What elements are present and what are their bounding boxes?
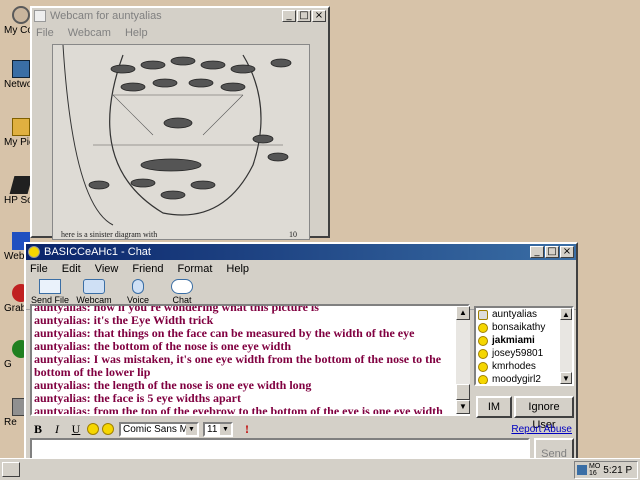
menu-friend[interactable]: Friend <box>132 263 163 275</box>
clock[interactable]: 5:21 P <box>603 465 632 476</box>
desktop-icon-hp-software[interactable]: HP Software <box>0 176 33 206</box>
smiley-icon[interactable] <box>87 423 99 435</box>
voice-icon <box>132 279 144 294</box>
ignore-user-button[interactable]: Ignore User <box>514 396 574 431</box>
user-list-item[interactable]: josey59801 <box>476 347 572 360</box>
chat-transcript[interactable]: auntyalias: now if you're wondering what… <box>30 304 470 416</box>
chevron-down-icon: ▼ <box>220 423 231 435</box>
diagram-caption: here is a sinister diagram with <box>61 230 157 239</box>
font-select[interactable]: Comic Sans MS ▼ <box>119 421 199 437</box>
scroll-up-button[interactable]: ▲ <box>456 306 470 320</box>
menu-file[interactable]: File <box>30 263 48 275</box>
user-list-scrollbar[interactable]: ▲ ▼ <box>560 308 572 384</box>
smiley-icon <box>478 361 488 372</box>
chat-icon <box>171 279 193 294</box>
desktop-icon-network[interactable]: Network Neighborhood <box>0 60 32 90</box>
webcam-window[interactable]: Webcam for auntyalias _ □ × File Webcam … <box>30 6 330 240</box>
chat-window-title: BASICCeAHc1 - Chat <box>44 246 151 258</box>
chat-message: auntyalias: I was mistaken, it's one eye… <box>34 352 442 379</box>
scroll-up-button[interactable]: ▲ <box>560 308 572 320</box>
scroll-thumb[interactable] <box>456 384 470 400</box>
color-icon[interactable]: ! <box>239 422 255 437</box>
menu-edit[interactable]: Edit <box>62 263 81 275</box>
bold-button[interactable]: B <box>30 422 46 437</box>
user-status-icon <box>478 309 488 320</box>
desktop-icon-my-pictures[interactable]: My Pictures <box>0 118 32 148</box>
webcam-titlebar[interactable]: Webcam for auntyalias _ □ × <box>32 8 328 24</box>
send-file-icon <box>39 279 61 294</box>
start-button[interactable] <box>2 462 20 477</box>
report-abuse-link[interactable]: Report Abuse <box>511 424 572 435</box>
chat-message: auntyalias: from the top of the eyebrow … <box>34 404 443 416</box>
user-list-item[interactable]: bonsaikathy <box>476 321 572 334</box>
eye-width-diagram: here is a sinister diagram with 10 <box>61 45 297 239</box>
menu-webcam[interactable]: Webcam <box>68 27 111 39</box>
webcam-window-title: Webcam for auntyalias <box>50 10 162 22</box>
emoticon-icon[interactable] <box>102 423 114 435</box>
webcam-window-icon <box>34 10 46 22</box>
underline-button[interactable]: U <box>68 422 84 437</box>
menu-help[interactable]: Help <box>226 263 249 275</box>
format-toolbar: B I U Comic Sans MS ▼ 11 ▼ ! Report Abus… <box>30 420 576 438</box>
minimize-button[interactable]: _ <box>282 10 296 22</box>
user-list-item[interactable]: kmrhodes <box>476 360 572 373</box>
close-button[interactable]: × <box>560 246 574 258</box>
user-list-item[interactable]: jakmiami <box>476 334 572 347</box>
smiley-icon <box>478 374 488 384</box>
menu-file[interactable]: File <box>36 27 54 39</box>
font-size-select[interactable]: 11 ▼ <box>203 421 233 437</box>
desktop-icon-my-computer[interactable]: My Computer <box>0 6 32 36</box>
user-list-item[interactable]: auntyalias <box>476 308 572 321</box>
smiley-icon <box>478 322 488 333</box>
scroll-down-button[interactable]: ▼ <box>456 400 470 414</box>
maximize-button[interactable]: □ <box>297 10 311 22</box>
scroll-down-button[interactable]: ▼ <box>560 372 572 384</box>
network-tray-icon[interactable] <box>577 465 587 475</box>
transcript-scrollbar[interactable]: ▲ ▼ <box>456 306 470 414</box>
menu-format[interactable]: Format <box>178 263 213 275</box>
maximize-button[interactable]: □ <box>545 246 559 258</box>
close-button[interactable]: × <box>312 10 326 22</box>
im-button[interactable]: IM <box>476 396 512 418</box>
webcam-icon <box>83 279 105 294</box>
chat-titlebar[interactable]: BASICCeAHc1 - Chat _ □ × <box>26 244 576 260</box>
folder-icon <box>12 118 30 136</box>
user-list[interactable]: auntyalias bonsaikathy jakmiami josey598… <box>474 306 574 386</box>
smiley-icon <box>478 335 488 346</box>
taskbar: MO 16 5:21 P <box>0 458 640 480</box>
network-icon <box>12 60 30 78</box>
webcam-video: here is a sinister diagram with 10 <box>52 44 310 240</box>
computer-icon <box>12 6 30 24</box>
chat-menubar: File Edit View Friend Format Help <box>26 260 576 278</box>
chat-window[interactable]: BASICCeAHc1 - Chat _ □ × File Edit View … <box>24 242 578 480</box>
menu-view[interactable]: View <box>95 263 119 275</box>
italic-button[interactable]: I <box>49 422 65 437</box>
diagram-page-number: 10 <box>289 230 297 239</box>
user-list-item[interactable]: moodygirl2 <box>476 373 572 384</box>
minimize-button[interactable]: _ <box>530 246 544 258</box>
menu-help[interactable]: Help <box>125 27 148 39</box>
system-tray: MO 16 5:21 P <box>574 461 638 479</box>
date-display: MO 16 <box>589 463 601 477</box>
chevron-down-icon: ▼ <box>186 423 197 435</box>
software-icon <box>9 176 33 194</box>
chat-window-icon <box>28 246 40 258</box>
smiley-icon <box>478 348 488 359</box>
webcam-menubar: File Webcam Help <box>32 24 328 42</box>
